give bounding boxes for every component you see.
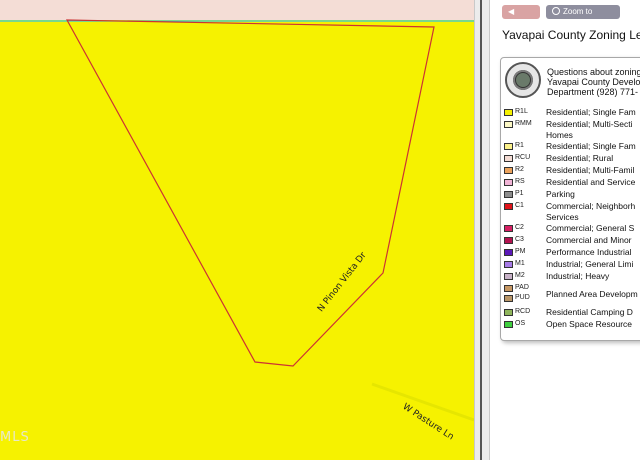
zoom-to-layer-button[interactable]: Zoom to Layer — [546, 5, 620, 30]
legend-swatch — [504, 285, 513, 292]
legend-description: Performance Industrial — [546, 247, 632, 258]
legend-desc-line: Residential; Single Fam — [546, 141, 636, 151]
legend-swatch — [504, 273, 513, 280]
legend-description: Residential; Single Fam — [546, 141, 636, 152]
legend-desc-line: Industrial; Heavy — [546, 271, 610, 281]
legend-code: R1L — [515, 108, 528, 115]
legend-code: P1 — [515, 190, 524, 197]
legend-description: Residential; Rural — [546, 153, 613, 164]
legend-desc-line: Residential; Multi-Secti — [546, 119, 633, 129]
legend-desc-line: Commercial; General S — [546, 223, 635, 233]
legend-swatch — [504, 321, 513, 328]
legend-description: Residential; Multi-Secti Homes — [546, 119, 632, 141]
legend-description: Planned Area Developm — [546, 289, 638, 300]
legend-description: Residential Camping D — [546, 307, 633, 318]
mls-watermark: MLS — [0, 430, 30, 445]
legend-description: Residential and Service — [546, 177, 635, 188]
contact-info: Questions about zoning Yavapai County De… — [547, 67, 640, 97]
legend-desc-line: Parking — [546, 189, 575, 199]
legend-swatch — [504, 203, 513, 210]
back-button[interactable]: ◀ Back — [502, 5, 540, 30]
legend-description: Commercial; General S — [546, 223, 634, 234]
legend-desc-line: Performance Industrial — [546, 247, 632, 257]
legend-swatch — [504, 121, 513, 128]
neighbor-zone-strip — [0, 0, 474, 20]
legend-desc-line: Commercial and Minor — [546, 235, 632, 245]
magnifier-icon — [552, 7, 560, 15]
legend-swatch — [504, 225, 513, 232]
legend-desc-line: Residential; Multi-Famil — [546, 165, 635, 175]
legend-desc-line: Residential; Single Fam — [546, 107, 636, 117]
legend-description: Open Space Resource — [546, 319, 632, 330]
legend-code: PUD — [515, 294, 530, 301]
legend-description: Residential; Single Fam — [546, 107, 636, 118]
legend-code: RS — [515, 178, 525, 185]
zoning-legend: Questions about zoning Yavapai County De… — [500, 57, 640, 341]
legend-description: Industrial; Heavy — [546, 271, 609, 282]
contact-line-1: Questions about zoning — [547, 67, 640, 77]
legend-swatch — [504, 109, 513, 116]
splitter-grip[interactable] — [480, 0, 482, 460]
legend-swatch — [504, 191, 513, 198]
legend-swatch — [504, 249, 513, 256]
info-panel: ◀ Back Zoom to Layer Yavapai County Zoni… — [490, 0, 640, 460]
legend-desc-line: Services — [546, 212, 579, 222]
legend-code: RMM — [515, 120, 532, 127]
left-arrow-icon: ◀ — [508, 7, 515, 16]
map-view[interactable]: N Pinon Vista Dr W Pasture Ln MLS — [0, 0, 474, 460]
legend-description: Industrial; General Limi — [546, 259, 633, 270]
legend-code: C3 — [515, 236, 524, 243]
legend-desc-line: Residential Camping D — [546, 307, 633, 317]
legend-desc-line: Commercial; Neighborh — [546, 201, 636, 211]
map-canvas — [0, 0, 474, 422]
legend-code: M2 — [515, 272, 525, 279]
legend-swatch — [504, 143, 513, 150]
legend-description: Commercial and Minor — [546, 235, 632, 246]
legend-code: R1 — [515, 142, 524, 149]
legend-swatch — [504, 237, 513, 244]
parcel-outline[interactable] — [65, 19, 435, 367]
legend-description: Parking — [546, 189, 575, 200]
legend-code: OS — [515, 320, 526, 327]
legend-swatch — [504, 155, 513, 162]
legend-code: RCU — [515, 154, 531, 161]
legend-swatch — [504, 295, 513, 302]
legend-desc-line: Planned Area Developm — [546, 289, 638, 299]
legend-code: C1 — [515, 202, 524, 209]
legend-code: PM — [515, 248, 526, 255]
panel-splitter[interactable] — [474, 0, 490, 460]
legend-swatch — [504, 309, 513, 316]
legend-description: Commercial; Neighborh Services — [546, 201, 635, 223]
county-seal-icon — [505, 62, 541, 98]
panel-title: Yavapai County Zoning Le — [502, 28, 640, 42]
legend-swatch — [504, 167, 513, 174]
legend-code: R2 — [515, 166, 524, 173]
legend-code: C2 — [515, 224, 524, 231]
legend-desc-line: Homes — [546, 130, 573, 140]
legend-desc-line: Industrial; General Limi — [546, 259, 634, 269]
legend-desc-line: Residential and Service — [546, 177, 636, 187]
contact-line-2: Yavapai County Develo — [547, 77, 640, 87]
legend-swatch — [504, 261, 513, 268]
legend-description: Residential; Multi-Famil — [546, 165, 634, 176]
legend-desc-line: Open Space Resource — [546, 319, 632, 329]
legend-desc-line: Residential; Rural — [546, 153, 614, 163]
legend-swatch — [504, 179, 513, 186]
legend-code: PAD — [515, 284, 529, 291]
legend-code: M1 — [515, 260, 525, 267]
legend-code: RCD — [515, 308, 531, 315]
contact-line-3: Department (928) 771- — [547, 87, 639, 97]
